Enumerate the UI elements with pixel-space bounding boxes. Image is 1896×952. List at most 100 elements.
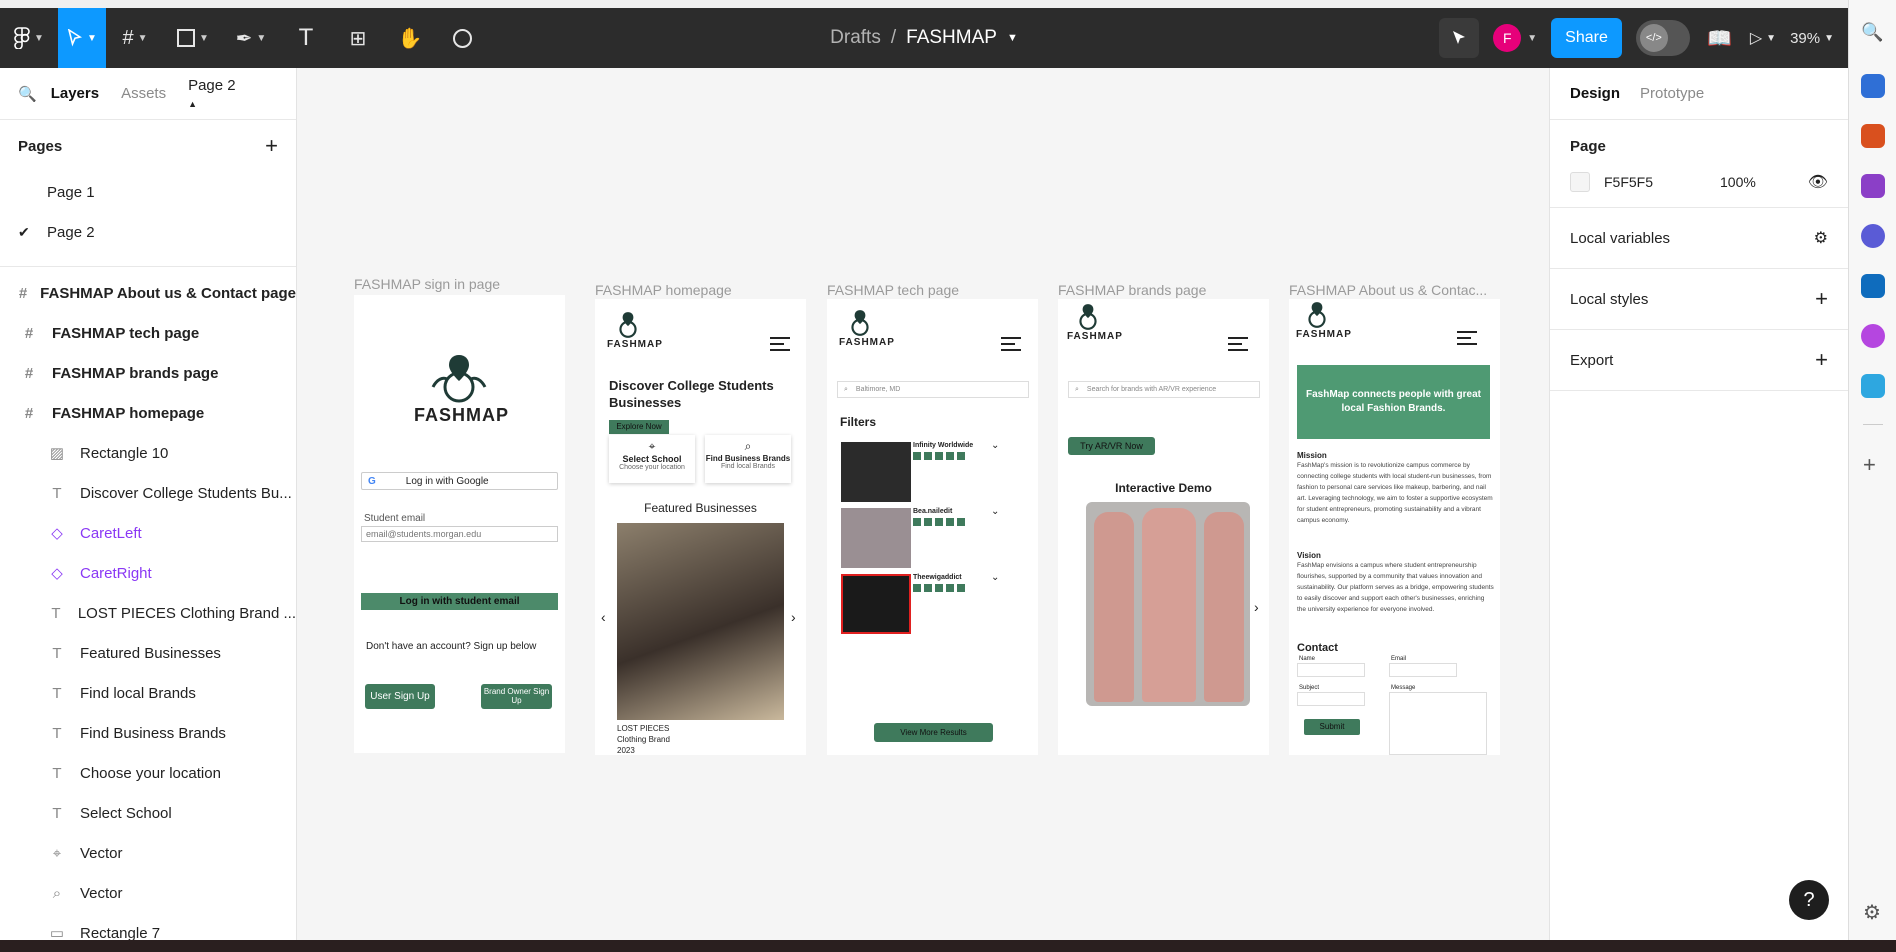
main-menu-button[interactable]: ▼ bbox=[0, 8, 58, 68]
tab-design[interactable]: Design bbox=[1570, 85, 1620, 102]
tab-assets[interactable]: Assets bbox=[121, 85, 166, 102]
briefcase-icon[interactable] bbox=[1861, 124, 1885, 148]
copilot-icon[interactable] bbox=[1861, 224, 1885, 248]
layer-item[interactable]: ⌖ Vector bbox=[0, 833, 296, 873]
featured-business-photo[interactable] bbox=[617, 523, 784, 720]
designer-icon[interactable] bbox=[1861, 324, 1885, 348]
frame-brands[interactable]: FASHMAP ⌕ Search for brands with AR/VR ex… bbox=[1058, 299, 1269, 755]
text-tool-button[interactable]: T bbox=[280, 8, 332, 68]
frame-label-about[interactable]: FASHMAP About us & Contac... bbox=[1289, 282, 1487, 298]
try-arvr-button[interactable]: Try AR/VR Now bbox=[1068, 437, 1155, 455]
local-variables-section[interactable]: Local variables ⚙ bbox=[1550, 208, 1848, 269]
name-field[interactable] bbox=[1297, 663, 1365, 677]
select-school-card[interactable]: ⌖ Select School Choose your location bbox=[609, 435, 695, 483]
library-book-icon[interactable]: 📖 bbox=[1704, 26, 1736, 51]
caret-left-icon[interactable]: ‹ bbox=[601, 609, 606, 625]
hamburger-menu-icon[interactable] bbox=[1228, 333, 1248, 355]
message-field[interactable] bbox=[1389, 692, 1487, 755]
page-opacity-value[interactable]: 100% bbox=[1720, 174, 1756, 190]
search-icon[interactable]: 🔍 bbox=[1861, 22, 1885, 46]
tag-icon[interactable] bbox=[1861, 74, 1885, 98]
chess-piece-icon[interactable] bbox=[1861, 174, 1885, 198]
breadcrumb-drafts[interactable]: Drafts bbox=[830, 27, 881, 49]
sliders-icon[interactable]: ⚙ bbox=[1814, 228, 1828, 248]
page-item-1[interactable]: Page 1 bbox=[0, 172, 296, 212]
result-item[interactable]: Infinity Worldwide ⌄ bbox=[841, 440, 1031, 502]
layer-item[interactable]: ◇ CaretRight bbox=[0, 553, 296, 593]
help-button[interactable]: ? bbox=[1789, 880, 1829, 920]
chevron-down-icon[interactable]: ⌄ bbox=[991, 506, 999, 517]
caret-right-icon[interactable]: › bbox=[1254, 599, 1259, 615]
hand-tool-button[interactable]: ✋ bbox=[384, 8, 436, 68]
layer-frame[interactable]: # FASHMAP homepage bbox=[0, 393, 296, 433]
frame-about[interactable]: FASHMAP FashMap connects people with gre… bbox=[1289, 299, 1500, 755]
location-search-input[interactable]: ⌕ Baltimore, MD bbox=[837, 381, 1029, 398]
comment-tool-button[interactable] bbox=[436, 8, 488, 68]
shape-tool-button[interactable]: ▼ bbox=[164, 8, 222, 68]
page-item-2[interactable]: ✔ Page 2 bbox=[0, 212, 296, 252]
file-name[interactable]: FASHMAP bbox=[906, 27, 997, 49]
layer-item[interactable]: T Choose your location bbox=[0, 753, 296, 793]
move-tool-button[interactable]: ▼ bbox=[58, 8, 106, 68]
page-fill-row[interactable]: F5F5F5 100% 👁 bbox=[1570, 169, 1828, 195]
brand-signup-button[interactable]: Brand Owner Sign Up bbox=[481, 684, 552, 709]
layer-item[interactable]: ⌕ Vector bbox=[0, 873, 296, 913]
color-swatch[interactable] bbox=[1570, 172, 1590, 192]
gear-icon[interactable]: ⚙ bbox=[1863, 900, 1881, 925]
layer-item[interactable]: T Discover College Students Bu... bbox=[0, 473, 296, 513]
frame-homepage[interactable]: FASHMAP Discover College Students Busine… bbox=[595, 299, 806, 755]
layer-frame[interactable]: # FASHMAP brands page bbox=[0, 353, 296, 393]
add-icon[interactable]: + bbox=[1863, 452, 1876, 478]
layer-item[interactable]: ▨ Rectangle 10 bbox=[0, 433, 296, 473]
frame-tool-button[interactable]: # ▼ bbox=[106, 8, 164, 68]
result-item[interactable]: Theewigaddict ⌄ bbox=[841, 572, 1031, 634]
chevron-down-icon[interactable]: ⌄ bbox=[991, 440, 999, 451]
student-login-button[interactable]: Log in with student email bbox=[361, 593, 558, 610]
add-page-icon[interactable]: + bbox=[265, 133, 278, 159]
zoom-control[interactable]: 39% ▼ bbox=[1790, 30, 1834, 47]
search-icon[interactable]: 🔍 bbox=[18, 85, 37, 103]
brand-search-input[interactable]: ⌕ Search for brands with AR/VR experience bbox=[1068, 381, 1260, 398]
frame-label-home[interactable]: FASHMAP homepage bbox=[595, 282, 732, 298]
view-more-button[interactable]: View More Results bbox=[874, 723, 993, 742]
tab-prototype[interactable]: Prototype bbox=[1640, 85, 1704, 102]
subject-field[interactable] bbox=[1297, 692, 1365, 706]
hamburger-menu-icon[interactable] bbox=[1457, 327, 1477, 349]
export-section[interactable]: Export + bbox=[1550, 330, 1848, 391]
frame-tech[interactable]: FASHMAP ⌕ Baltimore, MD Filters Infinity … bbox=[827, 299, 1038, 755]
frame-signin[interactable]: FASHMAP G Log in with Google Student emai… bbox=[354, 295, 565, 753]
page-color-value[interactable]: F5F5F5 bbox=[1604, 174, 1720, 190]
add-icon[interactable]: + bbox=[1815, 286, 1828, 312]
user-signup-button[interactable]: User Sign Up bbox=[365, 684, 435, 709]
dev-mode-toggle[interactable]: </> bbox=[1635, 20, 1690, 56]
present-button[interactable]: ▷ ▼ bbox=[1750, 28, 1776, 48]
pen-tool-button[interactable]: ✒ ▼ bbox=[222, 8, 280, 68]
find-brands-card[interactable]: ⌕ Find Business Brands Find local Brands bbox=[705, 435, 791, 483]
layer-item[interactable]: T LOST PIECES Clothing Brand ... bbox=[0, 593, 296, 633]
share-button[interactable]: Share bbox=[1551, 18, 1622, 58]
submit-button[interactable]: Submit bbox=[1304, 719, 1360, 735]
page-selector[interactable]: Page 2 ▲ bbox=[188, 77, 278, 111]
layer-item[interactable]: ◇ CaretLeft bbox=[0, 513, 296, 553]
resources-tool-button[interactable]: ⊞ bbox=[332, 8, 384, 68]
layer-frame[interactable]: # FASHMAP About us & Contact page bbox=[0, 273, 296, 313]
tab-layers[interactable]: Layers bbox=[51, 85, 99, 102]
explore-now-button[interactable]: Explore Now bbox=[609, 420, 669, 434]
avatar[interactable]: F bbox=[1493, 24, 1522, 52]
avatar-group[interactable]: F ▼ bbox=[1493, 24, 1537, 52]
frame-label-signin[interactable]: FASHMAP sign in page bbox=[354, 276, 500, 292]
result-item[interactable]: Bea.nailedit ⌄ bbox=[841, 506, 1031, 568]
outlook-icon[interactable] bbox=[1861, 274, 1885, 298]
email-field[interactable]: email@students.morgan.edu bbox=[361, 526, 558, 542]
interactive-demo-viewer[interactable] bbox=[1086, 502, 1250, 706]
send-icon[interactable] bbox=[1861, 374, 1885, 398]
hamburger-menu-icon[interactable] bbox=[1001, 333, 1021, 355]
hamburger-menu-icon[interactable] bbox=[770, 333, 790, 355]
layer-item[interactable]: T Find local Brands bbox=[0, 673, 296, 713]
add-icon[interactable]: + bbox=[1815, 347, 1828, 373]
email-field[interactable] bbox=[1389, 663, 1457, 677]
canvas[interactable]: FASHMAP sign in page FASHMAP homepage FA… bbox=[298, 68, 1548, 940]
layer-item[interactable]: T Select School bbox=[0, 793, 296, 833]
layer-frame[interactable]: # FASHMAP tech page bbox=[0, 313, 296, 353]
layer-item[interactable]: ▭ Rectangle 7 bbox=[0, 913, 296, 941]
